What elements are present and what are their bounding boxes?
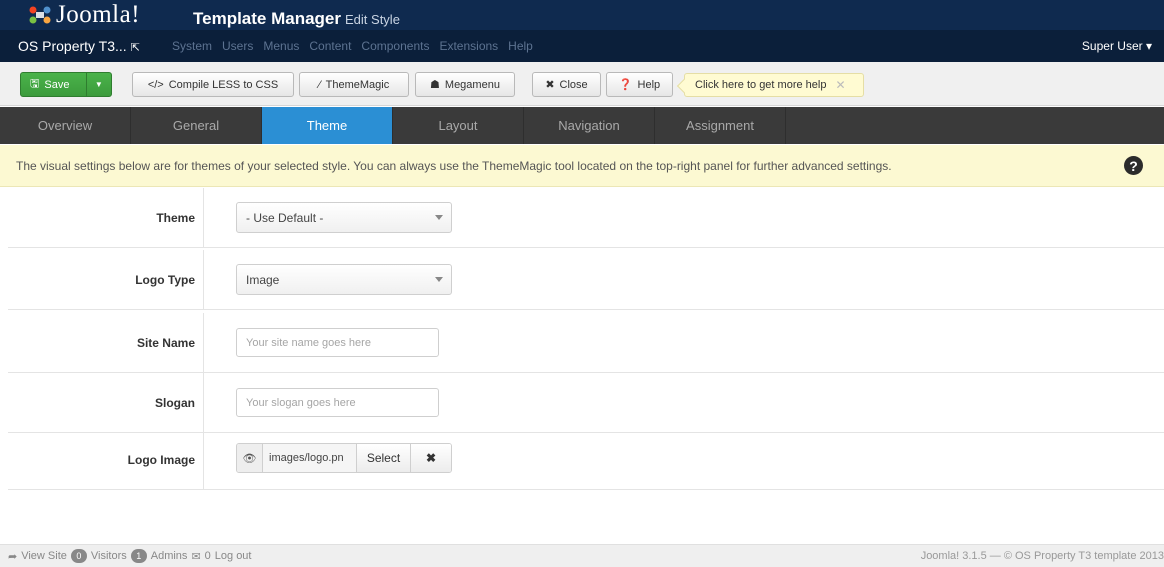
logo-type-select[interactable]: Image [236, 264, 452, 295]
save-dropdown-toggle[interactable]: ▼ [85, 73, 111, 96]
thememagic-label: ThemeMagic [325, 78, 390, 91]
media-select-button[interactable]: Select [357, 444, 411, 472]
caret-down-icon: ▼ [94, 80, 103, 89]
share-icon: ➦ [8, 550, 18, 563]
site-link-label: OS Property T3... [18, 38, 127, 54]
toolbar: 🖫 Save ▼ </> Compile LESS to CSS ⁄ ThemeMag… [0, 62, 1164, 106]
save-icon: 🖫 [30, 78, 40, 90]
site-name-label: Site Name [8, 313, 204, 373]
caret-down-icon: ▾ [1145, 39, 1152, 53]
page-title-sub: Edit Style [345, 12, 400, 27]
logo-type-value: Image [246, 272, 280, 287]
notice-text: The visual settings below are for themes… [16, 159, 892, 173]
logout-link[interactable]: Log out [215, 550, 252, 562]
tab-layout[interactable]: Layout [393, 107, 524, 144]
compile-less-button[interactable]: </> Compile LESS to CSS [132, 72, 294, 97]
eye-icon[interactable]: 👁 [237, 444, 263, 472]
main-menu: System Users Menus Content Components Ex… [172, 34, 543, 58]
sitemap-icon: ☗ [430, 79, 440, 91]
question-circle-icon: ❓ [618, 79, 633, 91]
logo-image-path: images/logo.pn [263, 444, 357, 472]
user-menu[interactable]: Super User ▾ [1082, 34, 1152, 58]
logo-image-media-field: 👁 images/logo.pn Select ✖ [236, 443, 452, 473]
menu-item-components[interactable]: Components [361, 39, 429, 53]
site-name-input[interactable] [236, 328, 439, 357]
admins-badge: 1 [130, 549, 147, 563]
status-footer: ➦ View Site 0 Visitors 1 Admins ✉ 0 Log … [0, 544, 1164, 567]
theme-label: Theme [8, 188, 204, 248]
menu-item-system[interactable]: System [172, 39, 212, 53]
theme-row: Theme - Use Default - [8, 188, 1164, 248]
logo-type-label: Logo Type [8, 250, 204, 310]
tab-overview[interactable]: Overview [0, 107, 131, 144]
menu-item-help[interactable]: Help [508, 39, 533, 53]
help-tooltip[interactable]: Click here to get more help ✕ [684, 73, 864, 97]
clear-icon[interactable]: ✖ [411, 444, 451, 472]
footer-status: ➦ View Site 0 Visitors 1 Admins ✉ 0 Log … [8, 549, 255, 563]
save-label: Save [44, 78, 70, 91]
code-icon: </> [147, 78, 164, 91]
save-button[interactable]: 🖫 Save [21, 75, 86, 94]
tab-assignment[interactable]: Assignment [655, 107, 786, 144]
thememagic-button[interactable]: ⁄ ThemeMagic [299, 72, 409, 97]
admins-label: Admins [150, 550, 188, 562]
main-menu-bar: OS Property T3... ⇱ System Users Menus Co… [0, 34, 1164, 58]
admin-header: Joomla! Template Manager Edit Style OS Pr… [0, 0, 1164, 62]
external-link-icon: ⇱ [130, 42, 140, 54]
close-button[interactable]: ✖ Close [532, 72, 601, 97]
magic-wand-icon: ⁄ [318, 78, 321, 91]
help-label: Help [637, 78, 661, 91]
theme-select-value: - Use Default - [246, 210, 324, 225]
tab-navigation[interactable]: Navigation [524, 107, 655, 144]
save-button-group: 🖫 Save ▼ [20, 72, 112, 97]
logo-image-row: Logo Image 👁 images/logo.pn Select ✖ [8, 430, 1164, 490]
visitors-label: Visitors [90, 550, 127, 562]
megamenu-label: Megamenu [444, 78, 500, 91]
close-label: Close [559, 78, 588, 91]
slogan-row: Slogan [8, 373, 1164, 433]
help-tooltip-text: Click here to get more help [695, 79, 827, 91]
question-circle-icon[interactable]: ? [1124, 156, 1143, 175]
copyright: Joomla! 3.1.5 — © OS Property T3 templat… [920, 550, 1164, 562]
envelope-icon: ✉ [191, 550, 201, 563]
theme-select[interactable]: - Use Default - [236, 202, 452, 233]
logo-image-label: Logo Image [8, 430, 204, 490]
tab-general[interactable]: General [131, 107, 262, 144]
menu-item-content[interactable]: Content [309, 39, 351, 53]
menu-item-extensions[interactable]: Extensions [439, 39, 498, 53]
chevron-down-icon [435, 215, 443, 220]
header-top-bar [0, 0, 1164, 30]
logo-type-row: Logo Type Image [8, 250, 1164, 310]
menu-item-menus[interactable]: Menus [263, 39, 299, 53]
megamenu-button[interactable]: ☗ Megamenu [415, 72, 515, 97]
page-title-main: Template Manager [193, 9, 342, 28]
site-name-row: Site Name [8, 313, 1164, 373]
tab-theme[interactable]: Theme [262, 107, 393, 144]
close-icon: ✖ [545, 79, 555, 91]
joomla-logo-icon [29, 6, 51, 24]
site-link[interactable]: OS Property T3... ⇱ [18, 34, 140, 60]
user-menu-label: Super User [1081, 39, 1143, 53]
page-title: Template Manager Edit Style [193, 8, 400, 31]
help-button[interactable]: ❓ Help [606, 72, 673, 97]
slogan-input[interactable] [236, 388, 439, 417]
messages-count[interactable]: 0 [205, 550, 211, 562]
compile-less-label: Compile LESS to CSS [168, 78, 279, 91]
chevron-down-icon [435, 277, 443, 282]
style-tabs: Overview General Theme Layout Navigation… [0, 107, 1164, 144]
close-icon[interactable]: ✕ [835, 78, 845, 92]
joomla-logo[interactable]: Joomla! [56, 2, 140, 28]
slogan-label: Slogan [8, 373, 204, 433]
theme-notice: The visual settings below are for themes… [0, 145, 1164, 187]
visitors-badge: 0 [70, 549, 87, 563]
view-site-link[interactable]: View Site [21, 550, 67, 562]
menu-item-users[interactable]: Users [222, 39, 253, 53]
